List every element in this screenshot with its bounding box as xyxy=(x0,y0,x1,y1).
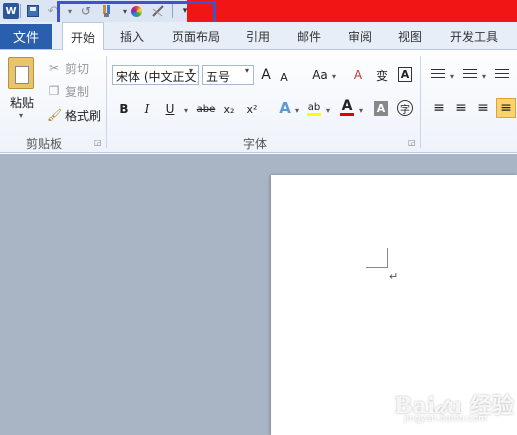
tab-developer[interactable]: 开发工具 xyxy=(444,22,504,50)
word-logo-icon[interactable]: W xyxy=(3,3,19,19)
bullets-button[interactable] xyxy=(430,65,446,85)
save-icon[interactable] xyxy=(25,3,41,19)
enclose-characters-button[interactable]: 字 xyxy=(397,100,413,116)
align-left-button[interactable]: ≡ xyxy=(430,98,448,118)
font-color-dropdown-icon[interactable]: ▾ xyxy=(357,100,365,120)
brush-icon: 🖌 xyxy=(47,108,63,122)
tab-references[interactable]: 引用 xyxy=(238,22,278,50)
align-right-button[interactable]: ≡ xyxy=(474,98,492,118)
clipboard-launcher-icon[interactable]: ◲ xyxy=(94,138,102,147)
font-launcher-icon[interactable]: ◲ xyxy=(408,138,416,147)
phonetic-guide-button[interactable]: 变 xyxy=(373,65,391,85)
scissors-icon: ✂ xyxy=(48,61,60,75)
paste-button[interactable]: 粘贴 xyxy=(10,94,34,111)
change-case-dropdown-icon[interactable]: ▾ xyxy=(330,66,338,86)
underline-dropdown-icon[interactable]: ▾ xyxy=(182,100,190,120)
format-painter-button[interactable]: 🖌 格式刷 xyxy=(47,106,101,124)
paste-dropdown-icon[interactable]: ▾ xyxy=(19,111,23,120)
text-effects-button[interactable]: A xyxy=(276,98,294,118)
bullets-dropdown-icon[interactable]: ▾ xyxy=(448,66,456,86)
font-name-dropdown-icon[interactable]: ▾ xyxy=(189,66,193,75)
watermark-url: jingyan.baidu.com xyxy=(404,414,488,424)
tab-file[interactable]: 文件 xyxy=(0,24,52,49)
numbering-icon xyxy=(463,69,477,81)
tab-review[interactable]: 审阅 xyxy=(340,22,380,50)
cut-label: 剪切 xyxy=(65,61,90,76)
numbering-dropdown-icon[interactable]: ▾ xyxy=(480,66,488,86)
underline-button[interactable]: U xyxy=(163,99,177,119)
tab-view[interactable]: 视图 xyxy=(390,22,430,50)
group-divider xyxy=(106,56,107,148)
clear-format-button[interactable]: A xyxy=(350,65,366,85)
multilevel-list-button[interactable] xyxy=(494,65,510,85)
highlight-color-bar xyxy=(307,113,321,116)
numbering-button[interactable] xyxy=(462,65,478,85)
title-bar-highlight xyxy=(187,0,517,22)
cut-button[interactable]: ✂ 剪切 xyxy=(47,59,89,77)
format-painter-label: 格式刷 xyxy=(65,108,102,123)
strikethrough-button[interactable]: abe xyxy=(196,99,216,119)
align-center-button[interactable]: ≡ xyxy=(452,98,470,118)
group-divider xyxy=(420,56,421,148)
font-size-dropdown-icon[interactable]: ▾ xyxy=(245,66,249,75)
copy-button[interactable]: ❐ 复制 xyxy=(47,82,89,100)
paste-icon[interactable] xyxy=(8,57,34,89)
character-shading-button[interactable]: A xyxy=(374,101,388,116)
multilevel-list-icon xyxy=(495,69,509,81)
subscript-button[interactable]: x₂ xyxy=(220,99,238,119)
copy-icon: ❐ xyxy=(48,84,60,98)
tab-page-layout[interactable]: 页面布局 xyxy=(166,22,226,50)
copy-label: 复制 xyxy=(65,84,90,99)
tab-mailings[interactable]: 邮件 xyxy=(289,22,329,50)
superscript-button[interactable]: x² xyxy=(243,99,261,119)
italic-button[interactable]: I xyxy=(140,99,154,119)
font-name-field[interactable]: 宋体 (中文正文) xyxy=(112,65,199,85)
margin-corner-mark xyxy=(366,248,388,268)
character-border-button[interactable]: A xyxy=(398,67,412,82)
tab-home[interactable]: 开始 xyxy=(62,22,104,51)
bullets-icon xyxy=(431,69,445,81)
highlight-dropdown-icon[interactable]: ▾ xyxy=(324,100,332,120)
change-case-button[interactable]: Aa xyxy=(309,65,331,85)
paragraph-mark: ↵ xyxy=(389,270,399,283)
grow-font-button[interactable]: A xyxy=(259,65,273,85)
font-color-bar xyxy=(340,113,354,116)
qat-divider xyxy=(20,4,21,18)
justify-button[interactable]: ≡ xyxy=(496,98,516,118)
text-effects-dropdown-icon[interactable]: ▾ xyxy=(293,100,301,120)
clipboard-group-label: 剪贴板 xyxy=(26,137,63,151)
bold-button[interactable]: B xyxy=(117,99,131,119)
shrink-font-button[interactable]: A xyxy=(278,67,290,87)
tab-insert[interactable]: 插入 xyxy=(112,22,152,50)
font-group-label: 字体 xyxy=(243,137,268,151)
